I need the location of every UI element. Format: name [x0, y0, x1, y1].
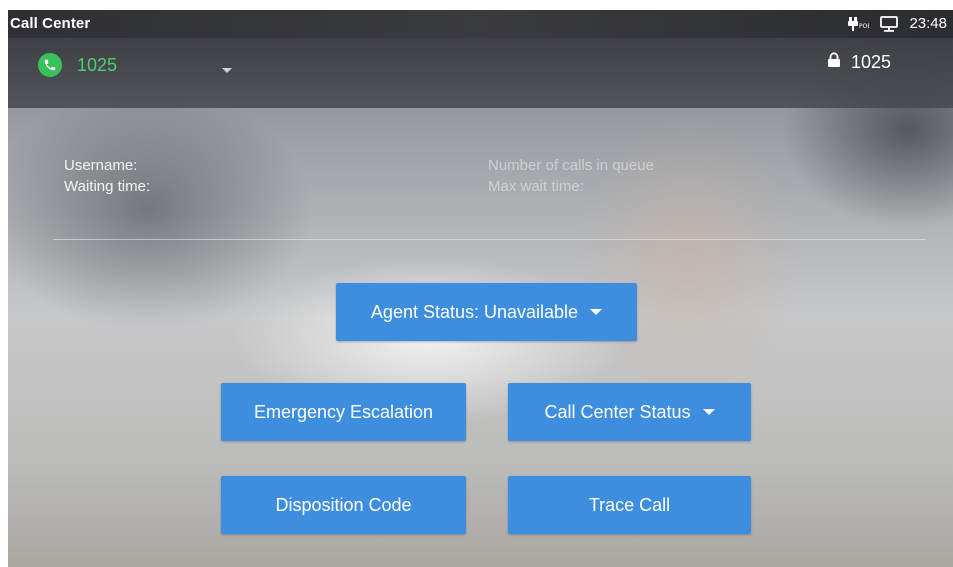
call-center-status-label: Call Center Status: [544, 401, 691, 422]
disposition-code-label: Disposition Code: [275, 494, 412, 515]
dropdown-arrow-icon: [590, 309, 603, 315]
max-wait-time-label: Max wait time:: [488, 178, 584, 195]
emergency-escalation-label: Emergency Escalation: [253, 401, 434, 422]
divider: [53, 239, 925, 240]
status-icons: POE 23:48: [847, 15, 947, 32]
lock-icon: [827, 52, 841, 73]
phone-icon: [38, 53, 62, 77]
line-number: 1025: [850, 52, 891, 72]
agent-status-button[interactable]: Agent Status: Unavailable: [336, 283, 637, 341]
clock-time: 23:48: [909, 15, 947, 32]
status-bar: Call Center POE 23:48: [8, 10, 953, 38]
chevron-down-icon[interactable]: [221, 62, 233, 80]
poe-power-icon: POE: [847, 16, 869, 32]
agent-info: Username: Waiting time:: [64, 155, 150, 197]
dropdown-arrow-icon: [702, 409, 715, 415]
waiting-time-label: Waiting time:: [64, 178, 151, 195]
call-center-screen: Call Center POE 23:48: [8, 10, 953, 567]
network-monitor-icon: [879, 15, 899, 32]
account-selector[interactable]: 1025: [38, 53, 232, 77]
svg-text:POE: POE: [859, 23, 869, 30]
app-title: Call Center: [10, 15, 91, 32]
username-label: Username:: [64, 157, 138, 174]
trace-call-label: Trace Call: [588, 494, 671, 515]
trace-call-button[interactable]: Trace Call: [508, 476, 751, 534]
disposition-code-button[interactable]: Disposition Code: [221, 476, 466, 534]
account-bar: 1025 1025: [8, 38, 953, 108]
call-center-status-button[interactable]: Call Center Status: [508, 383, 751, 441]
agent-status-label: Agent Status: Unavailable: [370, 301, 579, 322]
emergency-escalation-button[interactable]: Emergency Escalation: [221, 383, 466, 441]
account-number: 1025: [77, 54, 118, 75]
line-status: 1025: [827, 52, 891, 73]
queue-info: Number of calls in queue Max wait time:: [488, 155, 654, 197]
calls-in-queue-label: Number of calls in queue: [488, 157, 654, 174]
